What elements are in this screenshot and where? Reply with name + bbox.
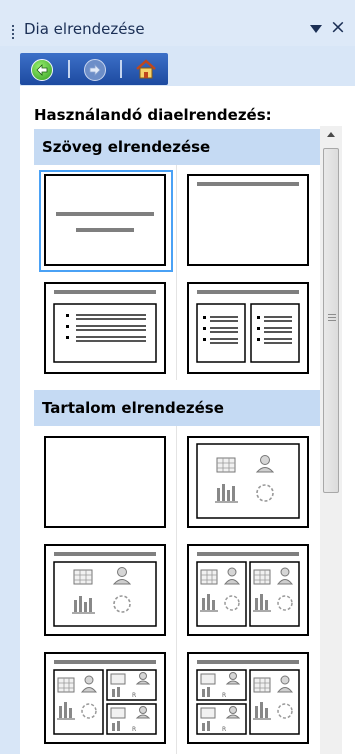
column-divider xyxy=(176,426,177,754)
layout-title-only[interactable] xyxy=(182,170,316,272)
layout-thumbnail xyxy=(44,436,166,528)
layout-title-and-two-content[interactable] xyxy=(182,540,316,642)
pane-menu-dropdown-icon[interactable] xyxy=(310,25,322,33)
layout-thumbnail: R xyxy=(44,652,166,744)
scrollbar-grip-icon xyxy=(328,314,336,321)
toolbar-divider xyxy=(68,60,70,78)
pane-navigation-toolbar xyxy=(20,53,168,85)
svg-text:R: R xyxy=(132,692,136,699)
layout-title-two-content-and-content[interactable] xyxy=(182,648,316,750)
layout-title-and-two-column-text[interactable] xyxy=(182,278,316,380)
layout-title-content-and-two-content[interactable]: R xyxy=(39,648,173,750)
slide-layout-panel: Használandó diaelrendezés: Szöveg elrend… xyxy=(20,86,355,754)
home-icon[interactable] xyxy=(135,58,157,80)
layout-blank[interactable] xyxy=(39,432,173,534)
layout-thumbnail xyxy=(44,174,166,266)
toolbar-divider xyxy=(120,60,122,78)
layout-content[interactable] xyxy=(182,432,316,534)
layout-thumbnail xyxy=(187,282,309,374)
layout-list-scrollbar[interactable] xyxy=(320,126,342,754)
scroll-up-arrow-icon[interactable] xyxy=(320,126,342,144)
column-divider xyxy=(176,165,177,380)
layout-heading: Használandó diaelrendezés: xyxy=(34,106,272,124)
drag-grip-icon[interactable] xyxy=(12,24,14,40)
pane-titlebar: Dia elrendezése × xyxy=(0,0,355,46)
layout-thumbnail xyxy=(187,652,309,744)
scrollbar-thumb[interactable] xyxy=(323,148,339,493)
layout-title-and-text[interactable] xyxy=(39,278,173,380)
close-pane-button[interactable]: × xyxy=(330,16,346,38)
section-header-text-layouts: Szöveg elrendezése xyxy=(34,129,320,165)
layout-thumbnail xyxy=(187,436,309,528)
layout-thumbnail xyxy=(187,174,309,266)
layout-thumbnail xyxy=(44,544,166,636)
section-header-content-layouts: Tartalom elrendezése xyxy=(34,390,320,426)
layout-list[interactable]: Szöveg elrendezése Tartalom elrendezése … xyxy=(34,126,355,754)
layout-title-slide[interactable] xyxy=(39,170,173,272)
back-arrow-icon[interactable] xyxy=(31,59,53,81)
content-placeholder-icons xyxy=(215,455,275,503)
pane-title: Dia elrendezése xyxy=(24,20,145,38)
layout-thumbnail xyxy=(187,544,309,636)
layout-thumbnail xyxy=(44,282,166,374)
forward-arrow-icon[interactable] xyxy=(84,59,106,81)
layout-title-and-content[interactable] xyxy=(39,540,173,642)
